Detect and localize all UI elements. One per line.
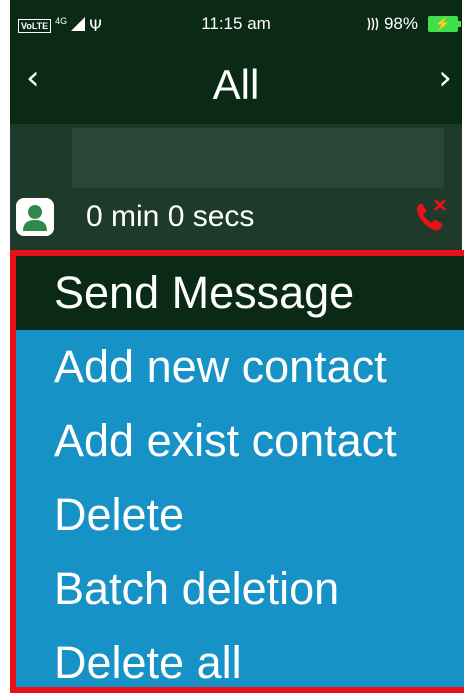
status-right: 98% ⚡ [365, 14, 461, 34]
menu-item-add-exist-contact[interactable]: Add exist contact [16, 404, 464, 478]
contact-name-placeholder [72, 128, 444, 188]
battery-percent: 98% [383, 14, 418, 33]
menu-item-send-message[interactable]: Send Message [16, 256, 464, 330]
menu-item-delete-all[interactable]: Delete all [16, 626, 464, 693]
menu-item-batch-deletion[interactable]: Batch deletion [16, 552, 464, 626]
menu-item-delete[interactable]: Delete [16, 478, 464, 552]
menu-item-add-new-contact[interactable]: Add new contact [16, 330, 464, 404]
call-log-entry[interactable]: 0 min 0 secs [10, 124, 462, 250]
next-tab-button[interactable]: › [438, 58, 452, 98]
status-bar: VoLTE 4G Ψ 11:15 am 98% ⚡ [10, 0, 462, 46]
page-title: All [212, 61, 260, 108]
person-avatar-icon [16, 198, 54, 236]
phone-screen: VoLTE 4G Ψ 11:15 am 98% ⚡ ‹ All › 0 min … [10, 0, 464, 693]
title-header: ‹ All › [10, 46, 462, 124]
wifi-signal-icon: 98% [365, 14, 418, 34]
options-menu: Send Message Add new contact Add exist c… [10, 250, 464, 693]
call-duration: 0 min 0 secs [86, 200, 255, 233]
battery-charging-icon: ⚡ [428, 16, 461, 32]
missed-call-icon [410, 196, 450, 236]
